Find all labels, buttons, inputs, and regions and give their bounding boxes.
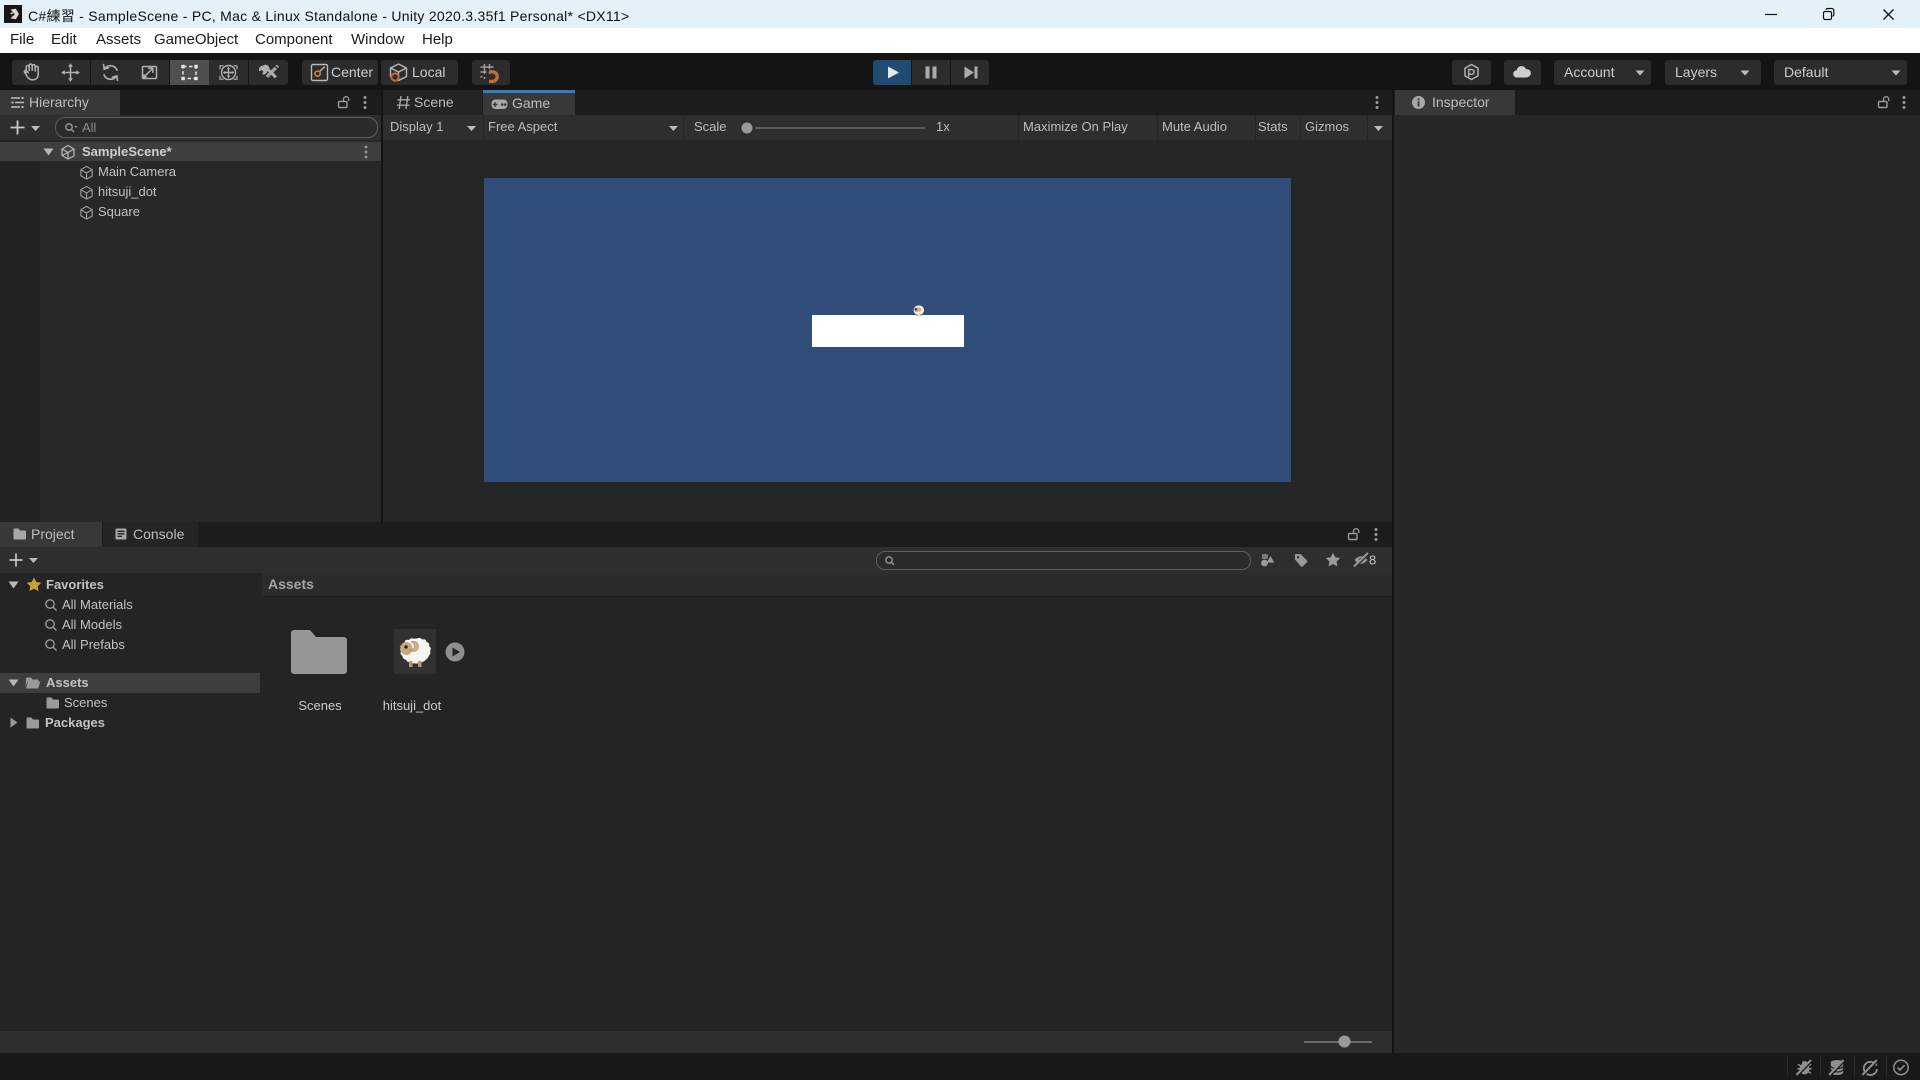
svg-text:8: 8 (1369, 553, 1376, 568)
